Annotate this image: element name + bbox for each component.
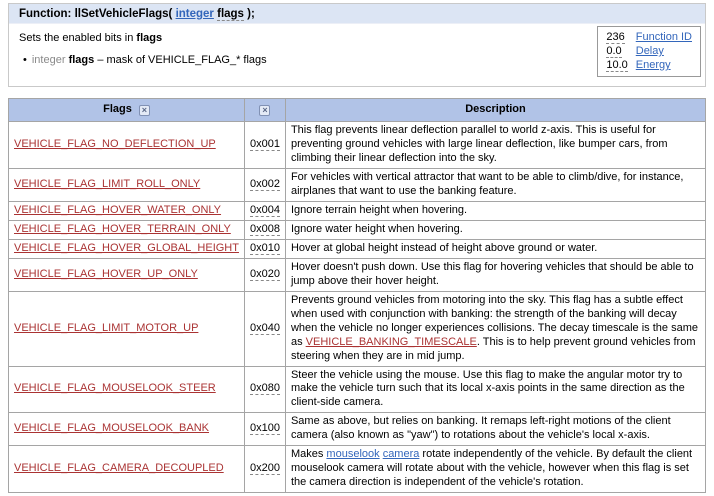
- value-column-header: ×: [244, 99, 285, 122]
- description-cell: Makes mouselook camera rotate independen…: [285, 446, 705, 493]
- wiki-link[interactable]: mouselook: [326, 448, 379, 460]
- value-cell: 0x004: [244, 201, 285, 220]
- energy-link[interactable]: Energy: [636, 59, 671, 71]
- flag-cell: VEHICLE_FLAG_CAMERA_DECOUPLED: [9, 446, 245, 493]
- flag-cell: VEHICLE_FLAG_NO_DEFLECTION_UP: [9, 121, 245, 168]
- flag-cell: VEHICLE_FLAG_MOUSELOOK_BANK: [9, 413, 245, 446]
- value-cell: 0x002: [244, 168, 285, 201]
- table-row: VEHICLE_FLAG_LIMIT_MOTOR_UP 0x040 Prevents…: [9, 291, 706, 366]
- description-cell: This flag prevents linear deflection par…: [285, 121, 705, 168]
- value-cell: 0x001: [244, 121, 285, 168]
- value-cell: 0x080: [244, 366, 285, 413]
- table-header-row: Flags × × Description: [9, 99, 706, 122]
- info-row-function-id: 236 Function ID: [604, 30, 694, 44]
- function-title: Function: llSetVehicleFlags( integer fla…: [9, 4, 705, 24]
- description-cell: Hover doesn't push down. Use this flag f…: [285, 258, 705, 291]
- flags-table: Flags × × Description VEHICLE_FLAG_NO_DEF…: [8, 98, 706, 493]
- description-cell: Ignore water height when hovering.: [285, 220, 705, 239]
- table-row: VEHICLE_FLAG_NO_DEFLECTION_UP 0x001 This f…: [9, 121, 706, 168]
- function-description-area: Sets the enabled bits in flags • integer …: [9, 24, 705, 86]
- flag-cell: VEHICLE_FLAG_HOVER_TERRAIN_ONLY: [9, 220, 245, 239]
- info-row-energy: 10.0 Energy: [604, 58, 694, 72]
- flags-table-body: VEHICLE_FLAG_NO_DEFLECTION_UP 0x001 This f…: [9, 121, 706, 492]
- flag-value: 0x008: [250, 223, 280, 236]
- function-summary: Sets the enabled bits in flags: [19, 32, 695, 44]
- table-row: VEHICLE_FLAG_MOUSELOOK_STEER 0x080 Steer t…: [9, 366, 706, 413]
- flag-value: 0x001: [250, 138, 280, 151]
- flag-link[interactable]: VEHICLE_FLAG_NO_DEFLECTION_UP: [14, 138, 216, 150]
- flag-link[interactable]: VEHICLE_FLAG_MOUSELOOK_STEER: [14, 382, 216, 394]
- table-row: VEHICLE_FLAG_HOVER_UP_ONLY 0x020 Hover doe…: [9, 258, 706, 291]
- flag-cell: VEHICLE_FLAG_HOVER_GLOBAL_HEIGHT: [9, 239, 245, 258]
- flag-value: 0x020: [250, 268, 280, 281]
- param-description: – mask of VEHICLE_FLAG_* flags: [97, 54, 266, 66]
- function-header-box: Function: llSetVehicleFlags( integer fla…: [8, 3, 706, 87]
- flag-link[interactable]: VEHICLE_FLAG_LIMIT_ROLL_ONLY: [14, 178, 200, 190]
- table-row: VEHICLE_FLAG_HOVER_GLOBAL_HEIGHT 0x010 Hov…: [9, 239, 706, 258]
- value-cell: 0x010: [244, 239, 285, 258]
- value-cell: 0x040: [244, 291, 285, 366]
- flag-cell: VEHICLE_FLAG_LIMIT_MOTOR_UP: [9, 291, 245, 366]
- flag-value: 0x004: [250, 204, 280, 217]
- param-name: flags: [69, 54, 95, 66]
- summary-emphasis: flags: [136, 32, 162, 44]
- param-type: integer: [32, 54, 66, 66]
- table-row: VEHICLE_FLAG_HOVER_WATER_ONLY 0x004 Ignore…: [9, 201, 706, 220]
- sort-icon[interactable]: ×: [139, 105, 150, 116]
- energy-value: 10.0: [606, 59, 627, 72]
- flag-link[interactable]: VEHICLE_FLAG_HOVER_WATER_ONLY: [14, 204, 221, 216]
- info-row-delay: 0.0 Delay: [604, 44, 694, 58]
- flag-cell: VEHICLE_FLAG_HOVER_WATER_ONLY: [9, 201, 245, 220]
- description-cell: Hover at global height instead of height…: [285, 239, 705, 258]
- bullet-dot: •: [23, 54, 27, 66]
- value-cell: 0x100: [244, 413, 285, 446]
- description-cell: Ignore terrain height when hovering.: [285, 201, 705, 220]
- constant-link[interactable]: VEHICLE_BANKING_TIMESCALE: [306, 336, 477, 348]
- wiki-link[interactable]: camera: [383, 448, 420, 460]
- flag-link[interactable]: VEHICLE_FLAG_MOUSELOOK_BANK: [14, 422, 209, 434]
- flags-column-header: Flags ×: [9, 99, 245, 122]
- flag-cell: VEHICLE_FLAG_HOVER_UP_ONLY: [9, 258, 245, 291]
- function-id-link[interactable]: Function ID: [636, 31, 692, 43]
- param-list-item: • integer flags – mask of VEHICLE_FLAG_* …: [23, 54, 695, 66]
- flag-cell: VEHICLE_FLAG_LIMIT_ROLL_ONLY: [9, 168, 245, 201]
- function-title-prefix: Function: llSetVehicleFlags(: [19, 8, 172, 20]
- flag-value: 0x200: [250, 462, 280, 475]
- table-row: VEHICLE_FLAG_MOUSELOOK_BANK 0x100 Same as …: [9, 413, 706, 446]
- summary-text: Sets the enabled bits in: [19, 32, 133, 44]
- description-cell: Same as above, but relies on banking. It…: [285, 413, 705, 446]
- flag-value: 0x010: [250, 242, 280, 255]
- value-cell: 0x020: [244, 258, 285, 291]
- description-cell: For vehicles with vertical attractor tha…: [285, 168, 705, 201]
- flag-value: 0x100: [250, 422, 280, 435]
- flag-link[interactable]: VEHICLE_FLAG_LIMIT_MOTOR_UP: [14, 322, 198, 334]
- delay-value: 0.0: [606, 45, 621, 58]
- table-row: VEHICLE_FLAG_LIMIT_ROLL_ONLY 0x002 For veh…: [9, 168, 706, 201]
- flag-link[interactable]: VEHICLE_FLAG_HOVER_TERRAIN_ONLY: [14, 223, 231, 235]
- function-title-suffix: );: [247, 8, 255, 20]
- delay-link[interactable]: Delay: [636, 45, 664, 57]
- flag-value: 0x040: [250, 322, 280, 335]
- flag-value: 0x002: [250, 178, 280, 191]
- description-cell: Prevents ground vehicles from motoring i…: [285, 291, 705, 366]
- flag-cell: VEHICLE_FLAG_MOUSELOOK_STEER: [9, 366, 245, 413]
- value-cell: 0x200: [244, 446, 285, 493]
- sort-icon[interactable]: ×: [259, 105, 270, 116]
- table-row: VEHICLE_FLAG_CAMERA_DECOUPLED 0x200 Makes …: [9, 446, 706, 493]
- flag-link[interactable]: VEHICLE_FLAG_HOVER_UP_ONLY: [14, 268, 198, 280]
- integer-type-link[interactable]: integer: [176, 8, 214, 20]
- value-cell: 0x008: [244, 220, 285, 239]
- table-row: VEHICLE_FLAG_HOVER_TERRAIN_ONLY 0x008 Igno…: [9, 220, 706, 239]
- function-info-box: 236 Function ID 0.0 Delay 10.0 Energy: [597, 26, 701, 77]
- function-id-value: 236: [606, 31, 624, 44]
- flag-link[interactable]: VEHICLE_FLAG_HOVER_GLOBAL_HEIGHT: [14, 242, 239, 254]
- function-param-name: flags: [217, 8, 244, 21]
- flags-header-label: Flags: [103, 103, 132, 115]
- flag-value: 0x080: [250, 382, 280, 395]
- description-column-header: Description: [285, 99, 705, 122]
- description-cell: Steer the vehicle using the mouse. Use t…: [285, 366, 705, 413]
- flag-link[interactable]: VEHICLE_FLAG_CAMERA_DECOUPLED: [14, 462, 224, 474]
